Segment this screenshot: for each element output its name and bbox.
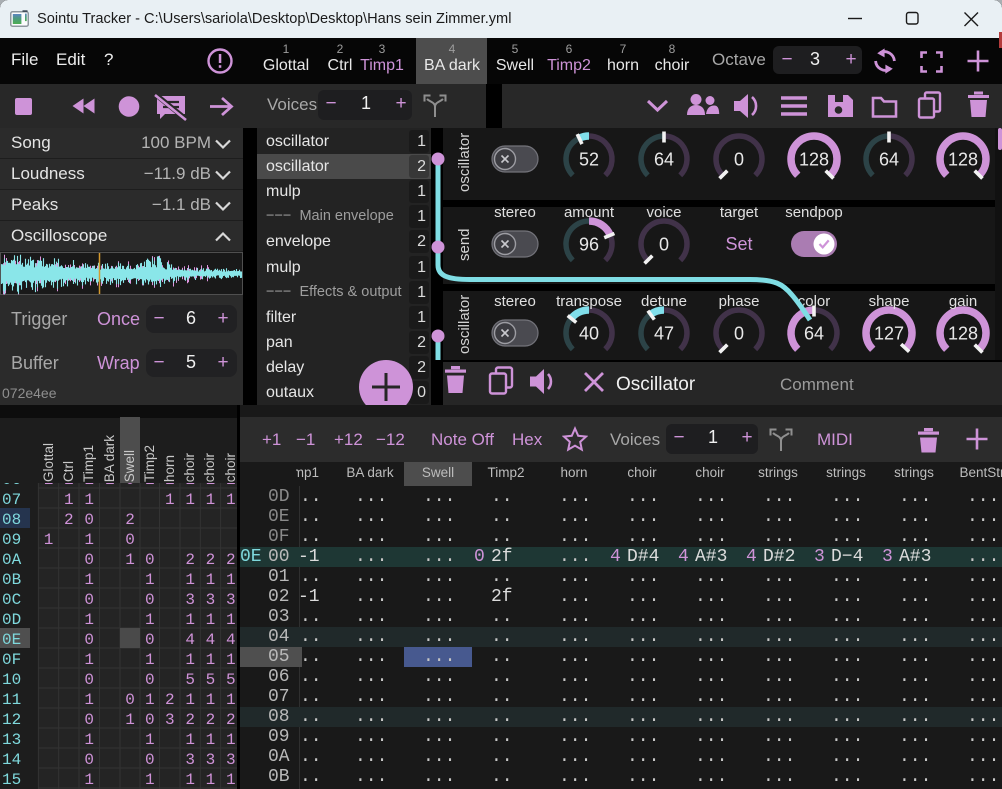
svg-text:128: 128: [948, 150, 978, 170]
svg-text:127: 127: [874, 324, 904, 344]
svg-text:128: 128: [948, 324, 978, 344]
svg-text:64: 64: [879, 150, 899, 170]
